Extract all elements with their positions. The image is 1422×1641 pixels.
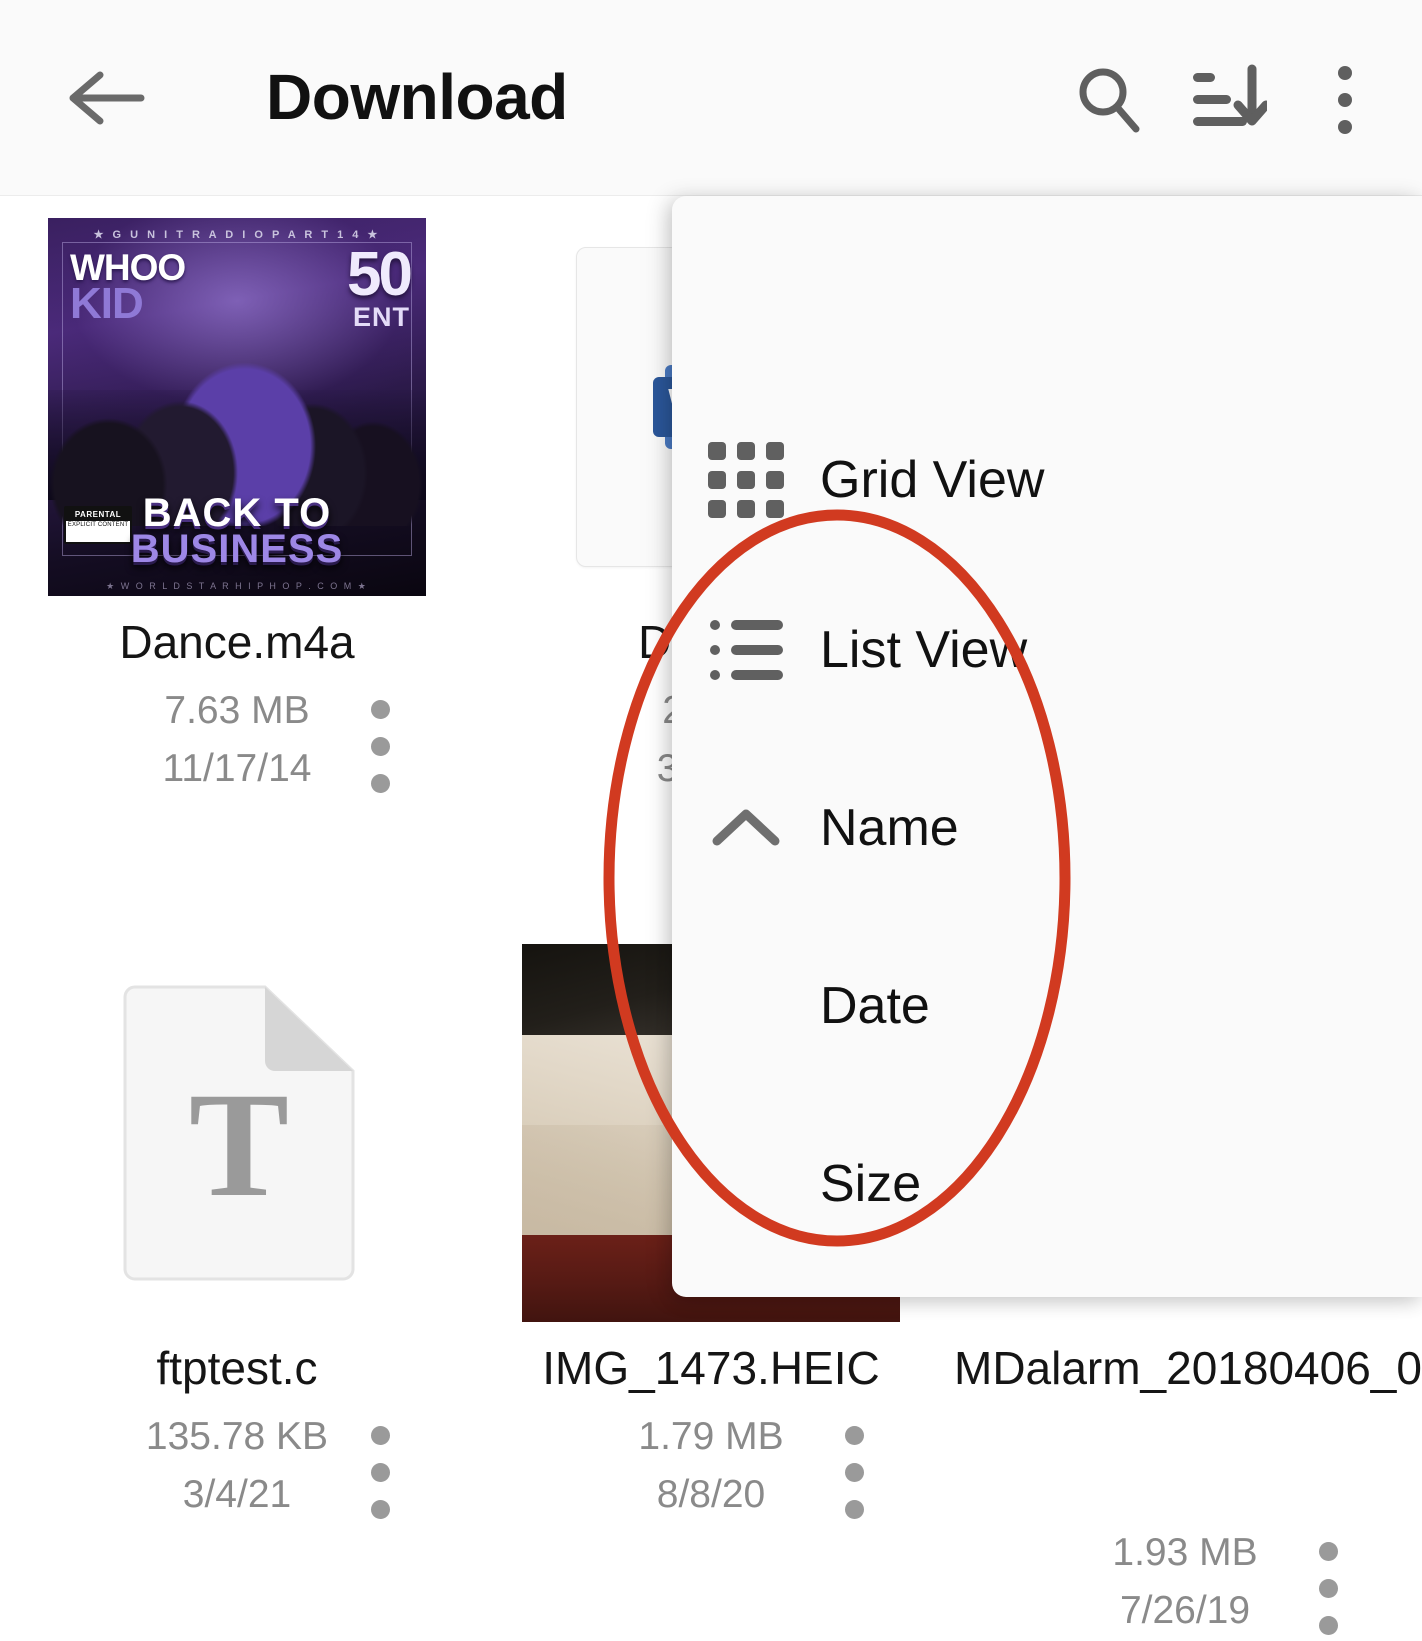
file-name: IMG_1473.HEIC — [542, 1342, 880, 1394]
file-overflow-button[interactable] — [839, 1420, 870, 1525]
more-options-button[interactable] — [1286, 58, 1404, 142]
file-size: 1.79 MB — [638, 1415, 784, 1458]
menu-item-label: Name — [820, 799, 959, 857]
menu-item-grid-view[interactable]: Grid View — [672, 442, 1422, 518]
menu-item-label: Grid View — [820, 451, 1045, 509]
search-icon — [1079, 68, 1140, 133]
menu-item-list-view[interactable]: List View — [672, 620, 1422, 680]
chevron-up-icon — [672, 805, 820, 851]
sort-view-menu: Grid View List View Name Date Size Type — [672, 196, 1422, 1297]
file-size: 135.78 KB — [145, 1415, 329, 1458]
album-footer-text: ★ W O R L D S T A R H I P H O P . C O M … — [106, 581, 368, 591]
menu-item-sort-date[interactable]: Date — [672, 976, 1422, 1036]
sort-icon — [1193, 64, 1267, 126]
page-title: Download — [266, 61, 568, 133]
back-button[interactable] — [58, 64, 154, 132]
album-line2: KID — [70, 279, 144, 328]
file-name: ftptest.c — [156, 1342, 318, 1394]
app-bar-actions — [1050, 58, 1404, 142]
file-date: 8/8/20 — [656, 1473, 766, 1516]
album-brand2: ENT — [353, 302, 410, 332]
grid-icon — [672, 442, 820, 518]
sort-button[interactable] — [1168, 58, 1286, 142]
menu-item-label: Size — [820, 1155, 922, 1213]
file-date: 11/17/14 — [162, 747, 312, 790]
text-file-icon: T — [123, 985, 355, 1281]
file-overflow-button[interactable] — [1313, 1536, 1344, 1641]
menu-item-label: List View — [820, 621, 1028, 679]
back-arrow-icon — [69, 71, 145, 125]
more-options-icon — [1338, 66, 1352, 134]
file-name: MDalarm_20180406_093935.a — [954, 1342, 1422, 1394]
album-brand1: 50 — [347, 240, 413, 309]
file-date: 7/26/19 — [1119, 1589, 1251, 1632]
album-title-line2: BUSINESS — [130, 527, 344, 571]
menu-item-sort-size[interactable]: Size — [672, 1154, 1422, 1214]
file-size: 1.93 MB — [1112, 1531, 1258, 1574]
album-art-thumbnail: ★ G U N I T R A D I O P A R T 1 4 ★ WHOO… — [48, 218, 426, 596]
file-thumbnail: ★ G U N I T R A D I O P A R T 1 4 ★ WHOO… — [48, 218, 426, 596]
file-overflow-button[interactable] — [365, 694, 396, 799]
file-overflow-button[interactable] — [365, 1420, 396, 1525]
file-item[interactable]: T ftptest.c 135.78 KB 3/4/21 — [0, 922, 474, 1622]
file-name: Dance.m4a — [119, 616, 355, 668]
file-size: 7.63 MB — [164, 689, 310, 732]
app-bar: Download — [0, 0, 1422, 196]
menu-item-sort-name[interactable]: Name — [672, 798, 1422, 858]
list-icon — [672, 620, 820, 680]
file-thumbnail: T — [48, 944, 426, 1322]
file-date: 3/4/21 — [182, 1473, 292, 1516]
search-button[interactable] — [1050, 58, 1168, 142]
file-item[interactable]: ★ G U N I T R A D I O P A R T 1 4 ★ WHOO… — [0, 196, 474, 922]
menu-item-label: Date — [820, 977, 930, 1035]
text-file-letter: T — [189, 1062, 289, 1228]
